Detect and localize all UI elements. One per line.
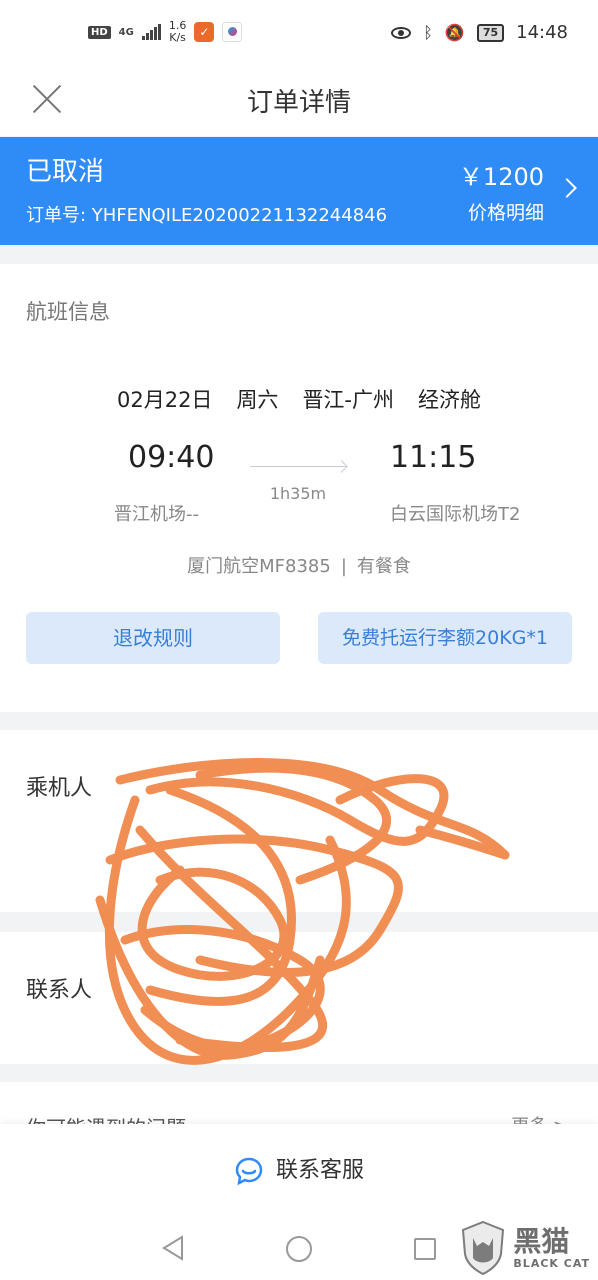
home-circle-icon[interactable] bbox=[286, 1236, 312, 1262]
recent-apps-icon[interactable] bbox=[414, 1238, 436, 1260]
customer-service-button[interactable]: 联系客服 bbox=[0, 1152, 598, 1186]
chat-bubble-icon bbox=[235, 1157, 263, 1186]
watermark-en: BLACK CAT bbox=[513, 1256, 590, 1270]
customer-service-label: 联系客服 bbox=[275, 1158, 364, 1183]
back-triangle-icon[interactable] bbox=[160, 1234, 186, 1262]
black-cat-watermark: 黑猫 BLACK CAT bbox=[459, 1220, 590, 1276]
watermark-cn: 黑猫 bbox=[513, 1224, 570, 1258]
customer-service-bar[interactable]: 联系客服 bbox=[0, 1124, 598, 1214]
watermark-text: 黑猫 BLACK CAT bbox=[513, 1224, 590, 1270]
system-nav-bar: 黑猫 BLACK CAT bbox=[0, 1214, 598, 1280]
cat-shield-icon bbox=[462, 1220, 505, 1276]
